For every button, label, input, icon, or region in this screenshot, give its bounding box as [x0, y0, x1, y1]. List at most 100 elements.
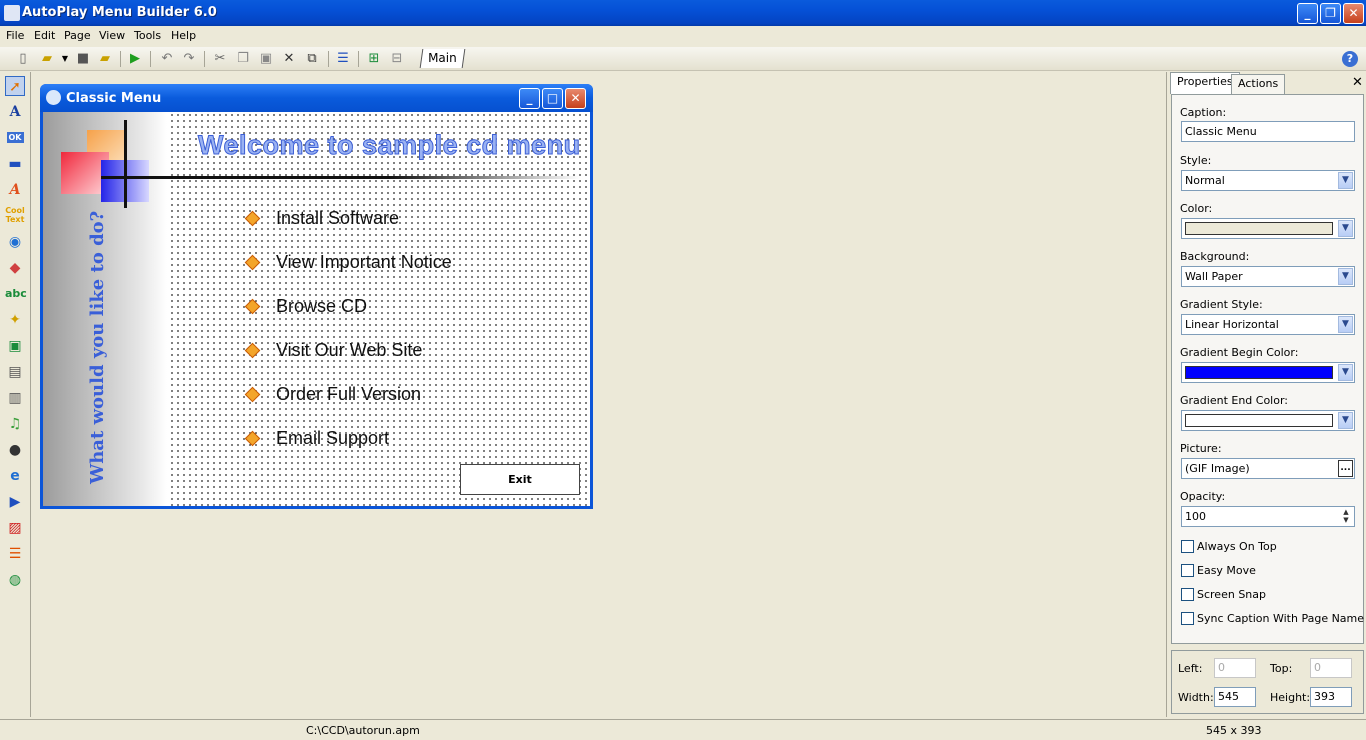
chevron-down-icon[interactable]: ▼ [1338, 220, 1353, 237]
open-dropdown-icon[interactable]: ▼ [56, 50, 74, 68]
toolbar-separator [204, 51, 205, 67]
designer-close-button[interactable]: ✕ [565, 88, 586, 109]
menu-bar: File Edit Page View Tools Help [0, 26, 1366, 46]
left-label: Left: [1178, 662, 1203, 675]
shapes-tool-icon[interactable]: ◆ [5, 258, 25, 278]
logo-line-vertical[interactable] [124, 120, 127, 208]
open-icon[interactable]: ▰ [38, 50, 56, 68]
left-input[interactable]: 0 [1214, 658, 1256, 678]
bullet-diamond-icon [244, 298, 261, 315]
gradient-begin-color-select[interactable]: ▼ [1181, 362, 1355, 383]
tab-properties[interactable]: Properties [1170, 72, 1240, 94]
comment-tool-icon[interactable]: ◍ [5, 570, 25, 590]
music-tool-icon[interactable]: ♫ [5, 414, 25, 434]
top-input[interactable]: 0 [1310, 658, 1352, 678]
chevron-down-icon[interactable]: ▼ [1338, 172, 1353, 189]
properties-panel: Properties Actions ✕ Caption: Classic Me… [1166, 72, 1366, 717]
browser-tool-icon[interactable]: e [5, 466, 25, 486]
picture-field[interactable]: (GIF Image) ... [1181, 458, 1355, 479]
status-file-path: C:\CCD\autorun.apm [306, 724, 420, 737]
video-tool-icon[interactable]: ▶ [5, 492, 25, 512]
pointer-tool-icon[interactable]: ➚ [5, 76, 25, 96]
fancy-text-tool-icon[interactable]: A [5, 180, 25, 200]
hotspot-tool-icon[interactable]: ◉ [5, 232, 25, 252]
text-box-tool-icon[interactable]: ▤ [5, 362, 25, 382]
menu-file[interactable]: File [6, 29, 24, 42]
delete-icon[interactable]: ✕ [280, 50, 298, 68]
gradient-style-select-value: Linear Horizontal [1185, 318, 1279, 331]
caption-input[interactable]: Classic Menu [1181, 121, 1355, 142]
save-icon[interactable]: ■ [74, 50, 92, 68]
picture-label: Picture: [1180, 442, 1222, 455]
minimize-button[interactable]: _ [1297, 3, 1318, 24]
spin-arrows-icon[interactable]: ▲ ▼ [1339, 508, 1353, 525]
button-tool-icon[interactable]: OK [5, 128, 25, 148]
designer-window[interactable]: Classic Menu _ □ ✕ What would you like t… [40, 84, 593, 509]
welcome-heading[interactable]: Welcome to sample cd menu [198, 130, 581, 161]
browse-picture-button[interactable]: ... [1338, 460, 1353, 477]
style-select[interactable]: Normal ▼ [1181, 170, 1355, 191]
gradient-end-color-select[interactable]: ▼ [1181, 410, 1355, 431]
chevron-down-icon[interactable]: ▼ [1338, 364, 1353, 381]
properties-icon[interactable]: ☰ [334, 50, 352, 68]
run-icon[interactable]: ▶ [126, 50, 144, 68]
menu-canvas[interactable]: What would you like to do? Welcome to sa… [43, 112, 590, 506]
background-select-value: Wall Paper [1185, 270, 1243, 283]
close-button[interactable]: ✕ [1343, 3, 1364, 24]
chevron-down-icon[interactable]: ▼ [1338, 412, 1353, 429]
shape-button-tool-icon[interactable]: ▬ [5, 154, 25, 174]
chevron-down-icon[interactable]: ▼ [1338, 268, 1353, 285]
menu-help[interactable]: Help [171, 29, 196, 42]
menu-page[interactable]: Page [64, 29, 91, 42]
add-page-icon[interactable]: ⊞ [365, 50, 383, 68]
menu-tools[interactable]: Tools [134, 29, 161, 42]
pdf-tool-icon[interactable]: ▨ [5, 518, 25, 538]
chevron-down-icon[interactable]: ▼ [1338, 316, 1353, 333]
gradient-style-select[interactable]: Linear Horizontal ▼ [1181, 314, 1355, 335]
designer-maximize-button[interactable]: □ [542, 88, 563, 109]
cut-icon[interactable]: ✂ [211, 50, 229, 68]
paste-icon[interactable]: ▣ [257, 50, 275, 68]
help-icon[interactable]: ? [1342, 51, 1358, 67]
text-tool-icon[interactable]: A [5, 102, 25, 122]
remove-page-icon[interactable]: ⊟ [388, 50, 406, 68]
height-input[interactable]: 393 [1310, 687, 1352, 707]
tab-main[interactable]: Main [419, 49, 465, 68]
memo-tool-icon[interactable]: ▥ [5, 388, 25, 408]
menu-item-label: Visit Our Web Site [276, 340, 423, 360]
position-size-panel: Left: 0 Top: 0 Width: 545 Height: 393 [1171, 650, 1364, 714]
vertical-caption[interactable]: What would you like to do? [87, 211, 108, 484]
undo-icon[interactable]: ↶ [158, 50, 176, 68]
balloon-tool-icon[interactable]: ☰ [5, 544, 25, 564]
menu-item-label: Browse CD [276, 296, 368, 316]
designer-minimize-button[interactable]: _ [519, 88, 540, 109]
tab-actions[interactable]: Actions [1231, 74, 1286, 94]
copy-icon[interactable]: ❐ [234, 50, 252, 68]
menu-item-label: View Important Notice [276, 252, 452, 272]
abc-tool-icon[interactable]: abc [5, 284, 27, 304]
menu-view[interactable]: View [99, 29, 125, 42]
maximize-button[interactable]: ❐ [1320, 3, 1341, 24]
picture-value: (GIF Image) [1185, 462, 1250, 475]
menu-edit[interactable]: Edit [34, 29, 55, 42]
exit-button[interactable]: Exit [460, 464, 580, 495]
opacity-stepper[interactable]: 100 ▲ ▼ [1181, 506, 1355, 527]
color-select[interactable]: ▼ [1181, 218, 1355, 239]
new-icon[interactable]: ▯ [14, 50, 32, 68]
logo-line-horizontal[interactable] [101, 176, 581, 179]
width-input[interactable]: 545 [1214, 687, 1256, 707]
image-button-tool-icon[interactable]: ✦ [5, 310, 25, 330]
cool-text-tool-icon[interactable]: Cool Text [5, 206, 25, 226]
gradient-begin-color-label: Gradient Begin Color: [1180, 346, 1299, 359]
flash-tool-icon[interactable]: ● [5, 440, 25, 460]
toolbar-separator [328, 51, 329, 67]
gradient-end-swatch [1185, 414, 1333, 427]
redo-icon[interactable]: ↷ [180, 50, 198, 68]
panel-close-icon[interactable]: ✕ [1352, 75, 1363, 90]
style-select-value: Normal [1185, 174, 1225, 187]
designer-title-bar[interactable]: Classic Menu _ □ ✕ [40, 84, 593, 112]
image-tool-icon[interactable]: ▣ [5, 336, 25, 356]
save-all-icon[interactable]: ▰ [96, 50, 114, 68]
background-select[interactable]: Wall Paper ▼ [1181, 266, 1355, 287]
duplicate-icon[interactable]: ⧉ [303, 50, 321, 68]
